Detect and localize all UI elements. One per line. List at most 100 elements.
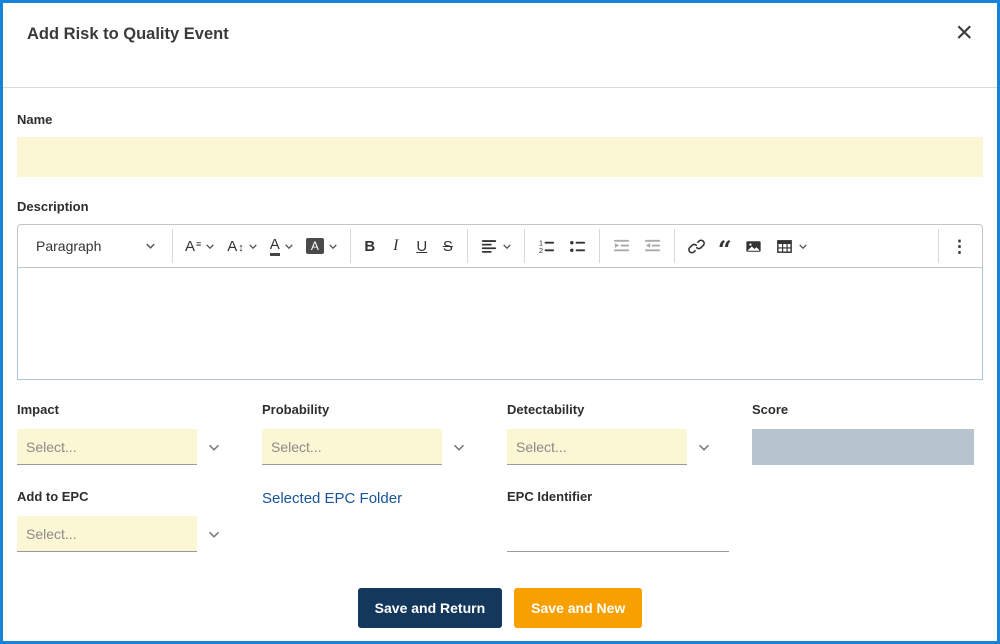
detectability-select[interactable]: Select... [507,429,738,465]
probability-select-box: Select... [262,429,442,465]
dialog-body: Name Description Paragraph A≡ A↕ A A B I… [3,88,997,628]
epc-identifier-input[interactable] [507,516,729,552]
dialog-actions: Save and Return Save and New [17,588,983,628]
decrease-indent-icon [644,239,660,251]
chevron-down-icon [208,531,220,538]
italic-button[interactable]: I [383,230,409,262]
increase-indent-button[interactable] [606,230,637,262]
insert-image-button[interactable] [738,230,769,262]
impact-placeholder: Select... [26,438,77,455]
chevron-down-icon [206,243,215,249]
score-value-box [752,429,974,465]
align-left-icon [481,240,497,253]
selected-epc-folder-link[interactable]: Selected EPC Folder [262,490,402,507]
numbered-list-icon: 12 [539,238,554,255]
block-quote-icon: “ [717,235,732,264]
name-label: Name [17,112,53,127]
add-to-epc-field: Add to EPC Select... [17,489,248,552]
chevron-down-icon [329,243,337,249]
font-background-color-button[interactable]: A [300,230,344,262]
font-size-marks: ↕ [238,241,244,254]
underline-button[interactable]: U [409,230,435,262]
add-to-epc-label: Add to EPC [17,489,89,504]
bulleted-list-icon [569,240,585,252]
fields-row-2: Add to EPC Select... Selected EPC Folder… [17,489,983,552]
toolbar-separator [523,229,525,263]
chevron-down-icon [698,444,710,451]
font-color-icon: A [269,237,280,256]
name-input[interactable] [17,137,983,177]
detectability-placeholder: Select... [516,438,567,455]
strikethrough-button[interactable]: S [435,230,461,262]
detectability-select-box: Select... [507,429,687,465]
impact-select[interactable]: Select... [17,429,248,465]
selected-epc-folder-cell: Selected EPC Folder [262,489,493,552]
font-family-button[interactable]: A≡ [179,230,221,262]
chevron-down-icon [146,243,155,249]
detectability-field: Detectability Select... [507,402,738,465]
insert-table-button[interactable] [769,230,814,262]
chevron-down-icon [285,243,293,249]
numbered-list-button[interactable]: 12 [531,230,562,262]
increase-indent-icon [613,239,629,251]
probability-placeholder: Select... [271,438,322,455]
chevron-down-icon [208,444,220,451]
bold-icon: B [364,237,376,255]
fields-row-1: Impact Select... Probability Select... D… [17,402,983,465]
add-to-epc-select[interactable]: Select... [17,516,248,552]
font-family-icon: A [185,237,196,255]
probability-label: Probability [262,402,330,417]
editor-content[interactable] [17,268,983,380]
insert-table-icon [776,239,792,253]
add-to-epc-placeholder: Select... [26,525,77,542]
italic-icon: I [393,237,399,254]
detectability-label: Detectability [507,402,585,417]
block-quote-button[interactable]: “ [712,230,738,262]
page-title: Add Risk to Quality Event [27,25,229,43]
decrease-indent-button[interactable] [637,230,668,262]
row2-spacer [752,489,983,552]
add-to-epc-select-box: Select... [17,516,197,552]
description-label: Description [17,199,89,214]
toolbar-separator [349,229,351,263]
chevron-down-icon [453,444,465,451]
svg-text:2: 2 [539,246,543,255]
chevron-down-icon [799,243,807,249]
insert-image-icon [746,240,761,252]
save-and-return-button[interactable]: Save and Return [357,588,503,628]
probability-select[interactable]: Select... [262,429,493,465]
editor-toolbar: Paragraph A≡ A↕ A A B I U S 1 2 “ ⋮ [17,224,983,268]
underline-icon: U [416,237,428,255]
heading-dropdown[interactable]: Paragraph [26,230,166,262]
chevron-down-icon [503,243,511,249]
link-button[interactable] [681,230,712,262]
link-icon [687,239,705,253]
toolbar-separator [598,229,600,263]
toolbar-separator [466,229,468,263]
epc-identifier-field: EPC Identifier [507,489,738,552]
impact-field: Impact Select... [17,402,248,465]
bulleted-list-button[interactable] [562,230,593,262]
save-and-new-button[interactable]: Save and New [514,588,643,628]
impact-label: Impact [17,402,59,417]
score-label: Score [752,402,789,417]
text-alignment-button[interactable] [474,230,518,262]
toolbar-separator [938,229,939,263]
probability-field: Probability Select... [262,402,493,465]
impact-select-box: Select... [17,429,197,465]
bold-button[interactable]: B [357,230,383,262]
font-color-button[interactable]: A [264,230,300,262]
font-size-icon: A [227,237,238,255]
toolbar-separator [172,229,173,263]
strikethrough-icon: S [442,237,453,255]
toolbar-separator [673,229,675,263]
overflow-icon: ⋮ [951,236,968,256]
close-icon[interactable]: × [949,18,979,48]
font-size-button[interactable]: A↕ [221,230,264,262]
epc-identifier-label: EPC Identifier [507,489,593,504]
show-more-items-button[interactable]: ⋮ [945,230,974,262]
chevron-down-icon [248,243,257,249]
font-background-color-icon: A [305,238,324,254]
rich-text-editor: Paragraph A≡ A↕ A A B I U S 1 2 “ ⋮ [17,224,983,380]
dialog-header: Add Risk to Quality Event × [3,3,997,88]
